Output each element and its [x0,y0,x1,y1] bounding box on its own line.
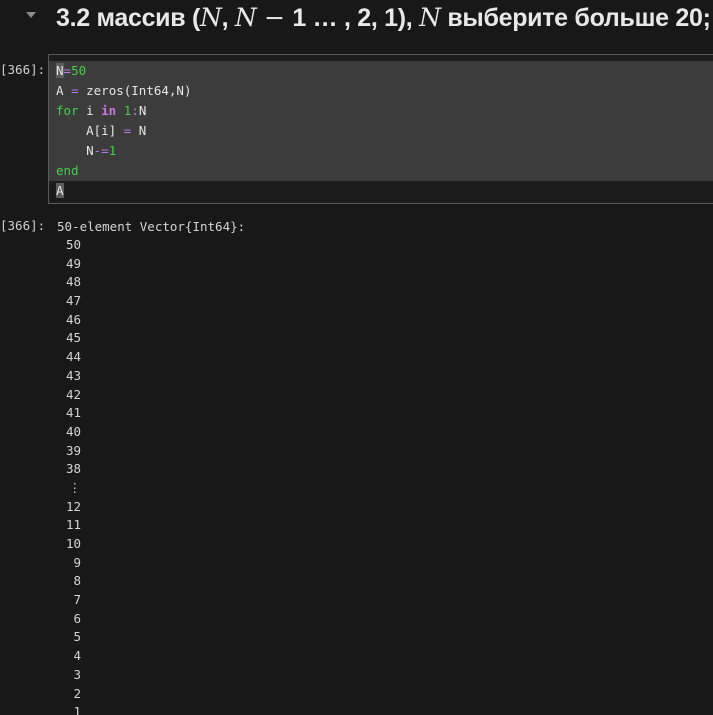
code-keyword: for [56,103,79,118]
markdown-cell: 3.2 массив (N, N − 1 … , 2, 1), N выбери… [0,0,713,44]
code-operator: = [63,63,72,78]
heading-suffix: выберите больше 20; [440,4,711,32]
output-values: 50 49 48 47 46 45 44 43 42 41 40 39 38 ⋮ 12 11 10 9 8 7 6 5 4 3… [57,236,245,715]
code-line[interactable]: for i in 1:N [49,101,713,121]
code-line[interactable]: A[i] = N [49,121,713,141]
math-var-n: N [419,3,441,32]
output-value: 1 [73,704,81,715]
output-value: 49 [65,255,81,271]
output-value: 2 [73,685,81,701]
math-var-n: N [199,3,222,32]
code-operator: = [71,83,79,98]
heading-prefix: 3.2 массив ( [56,4,200,32]
output-value: 44 [65,349,81,365]
notebook-page: 3.2 массив (N, N − 1 … , 2, 1), N выбери… [0,0,713,715]
output-value: 5 [73,629,81,645]
output-value: 48 [65,274,81,290]
code-line[interactable]: N=50 [49,61,713,81]
heading-mid: 1 … , 2, 1), [292,4,420,32]
output-value: 4 [73,648,81,664]
output-value: 12 [65,498,81,514]
code-token: N [56,63,64,78]
code-area[interactable]: N=50 A = zeros(Int64,N) for i in 1:N A[i… [49,61,713,201]
output-value: 46 [65,311,81,327]
math-var-n: N [234,3,257,32]
output-value: 45 [65,330,81,346]
code-token: N [56,143,94,158]
output-value: 47 [65,293,81,309]
output-value: 9 [73,554,81,570]
code-line[interactable]: N-=1 [49,141,713,161]
code-keyword: in [101,103,117,118]
collapse-chevron-icon[interactable] [26,12,36,18]
output-value: 40 [65,423,81,439]
code-token: A [56,83,72,98]
output-value: 6 [73,610,81,626]
code-keyword: end [56,163,79,178]
output-value: 10 [65,536,81,551]
code-token: zeros(Int64,N) [78,83,192,98]
code-token: N [138,103,147,118]
code-line[interactable]: end [49,161,713,181]
code-line[interactable]: A = zeros(Int64,N) [49,81,713,101]
output-value: ⋮ [68,479,82,495]
cell-output: 50-element Vector{Int64}: 50 49 48 47 46 45 44… [57,218,245,715]
output-value: 7 [73,592,81,608]
input-prompt: [366]: [0,62,46,77]
section-heading: 3.2 массив (N, N − 1 … , 2, 1), N выбери… [56,3,711,33]
code-line[interactable]: A [49,181,713,201]
code-number: 1 [108,143,117,158]
output-value: 41 [65,405,81,421]
code-token: N [131,123,147,138]
output-value: 50 [65,237,81,252]
code-operator: -= [93,143,109,158]
output-prompt: [366]: [0,218,46,233]
heading-comma: , [221,4,235,32]
code-number: 50 [71,63,87,78]
output-value: 8 [73,573,81,589]
code-operator: : [131,103,139,118]
output-header: 50-element Vector{Int64}: [57,219,246,234]
output-value: 11 [65,517,81,533]
code-token: A [56,183,64,198]
output-value: 38 [65,461,81,477]
output-value: 42 [65,386,81,402]
code-cell-editor[interactable]: N=50 A = zeros(Int64,N) for i in 1:N A[i… [48,54,713,204]
output-value: 3 [73,666,81,682]
output-value: 43 [65,367,81,383]
code-token: A[i] [56,123,124,138]
math-minus: − [256,3,293,32]
code-token: i [78,103,102,118]
output-value: 39 [65,442,81,458]
